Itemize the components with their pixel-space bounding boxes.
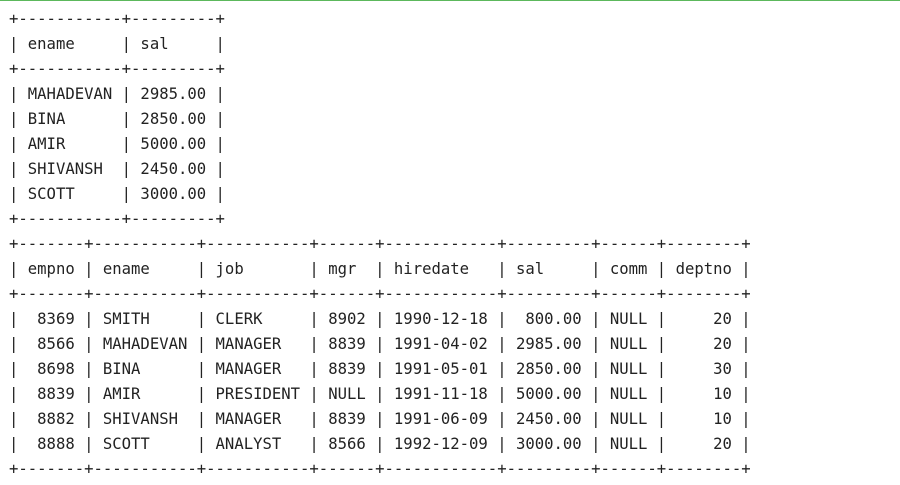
result1-table-row: | SHIVANSH | 2450.00 |	[9, 160, 225, 178]
result1-header-separator: +-----------+---------+	[9, 60, 225, 78]
result1-table-row: | BINA | 2850.00 |	[9, 110, 225, 128]
result1-table-row: | MAHADEVAN | 2985.00 |	[9, 85, 225, 103]
result1-table-row: | SCOTT | 3000.00 |	[9, 185, 225, 203]
result1-border-top: +-----------+---------+	[9, 10, 225, 28]
result2-table-row: | 8888 | SCOTT | ANALYST | 8566 | 1992-1…	[9, 435, 751, 453]
result2-border-bottom: +-------+-----------+-----------+------+…	[9, 460, 751, 478]
result2-header-row: | empno | ename | job | mgr | hiredate |…	[9, 260, 751, 278]
result2-table-row: | 8882 | SHIVANSH | MANAGER | 8839 | 199…	[9, 410, 751, 428]
top-divider	[0, 0, 900, 1]
result1-table-row: | AMIR | 5000.00 |	[9, 135, 225, 153]
result2-table-row: | 8369 | SMITH | CLERK | 8902 | 1990-12-…	[9, 310, 751, 328]
result1-border-bottom: +-----------+---------+	[9, 210, 225, 228]
result2-border-top: +-------+-----------+-----------+------+…	[9, 235, 751, 253]
result1-header-row: | ename | sal |	[9, 35, 225, 53]
result2-header-separator: +-------+-----------+-----------+------+…	[9, 285, 751, 303]
result2-table-row: | 8566 | MAHADEVAN | MANAGER | 8839 | 19…	[9, 335, 751, 353]
result2-table-row: | 8698 | BINA | MANAGER | 8839 | 1991-05…	[9, 360, 751, 378]
result2-table-row: | 8839 | AMIR | PRESIDENT | NULL | 1991-…	[9, 385, 751, 403]
sql-output: +-----------+---------+ | ename | sal | +-…	[9, 7, 751, 482]
